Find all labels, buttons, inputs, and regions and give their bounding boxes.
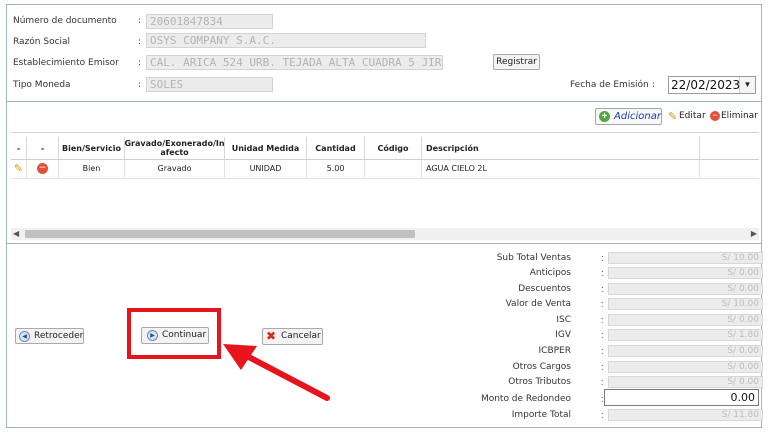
column-header: Descripción xyxy=(422,137,700,159)
total-label: Importe Total xyxy=(511,410,571,420)
continuar-label: Continuar xyxy=(162,330,207,340)
edit-icon[interactable]: ✎ xyxy=(14,162,23,175)
fecha-label: Fecha de Emisión xyxy=(570,80,649,90)
total-value: S/ 0.00 xyxy=(608,376,763,388)
total-label: Otros Cargos xyxy=(512,362,571,372)
total-label: Otros Tributos xyxy=(508,377,571,387)
total-value: S/ 10.00 xyxy=(608,298,763,310)
column-header: - xyxy=(27,137,59,159)
colon: : xyxy=(601,253,604,263)
numero-label: Número de documento xyxy=(13,16,117,26)
scroll-right-icon[interactable]: ▶ xyxy=(751,228,757,240)
chevron-down-icon: ▼ xyxy=(739,77,755,93)
total-label: Sub Total Ventas xyxy=(496,253,571,263)
descripcion-cell: AGUA CIELO 2L xyxy=(422,160,700,178)
colon: : xyxy=(601,299,604,309)
row-divider xyxy=(11,178,759,179)
divider xyxy=(7,243,761,244)
registrar-button[interactable]: Registrar xyxy=(493,54,540,70)
colon: : xyxy=(601,330,604,340)
total-value: S/ 0.00 xyxy=(608,345,763,357)
redondeo-input[interactable] xyxy=(604,389,759,406)
horizontal-scrollbar[interactable]: ◀ ▶ xyxy=(11,228,759,240)
total-value: S/ 1.80 xyxy=(608,329,763,341)
scrollbar-thumb[interactable] xyxy=(25,230,415,238)
colon: : xyxy=(601,315,604,325)
colon: : xyxy=(652,80,656,90)
cantidad-cell: 5.00 xyxy=(307,160,365,178)
total-label: ICBPER xyxy=(538,346,571,356)
colon: : xyxy=(138,58,142,68)
adicionar-button[interactable]: + Adicionar xyxy=(595,108,662,125)
column-header: Código xyxy=(365,137,422,159)
column-header: Bien/Servicio xyxy=(59,137,125,159)
colon: : xyxy=(601,346,604,356)
retroceder-label: Retroceder xyxy=(34,331,84,341)
colon: : xyxy=(138,80,142,90)
total-value: S/ 0.00 xyxy=(608,314,763,326)
total-value: S/ 0.00 xyxy=(608,283,763,295)
colon: : xyxy=(138,37,142,47)
colon: : xyxy=(601,410,604,420)
scroll-left-icon[interactable]: ◀ xyxy=(13,228,19,240)
total-value: S/ 0.00 xyxy=(608,267,763,279)
edit-icon: ✎ xyxy=(668,111,678,123)
divider xyxy=(7,101,761,102)
back-icon: ◀ xyxy=(19,331,30,342)
edit-row-cell[interactable]: ✎ xyxy=(11,160,27,178)
total-value: S/ 0.00 xyxy=(608,361,763,373)
codigo-cell xyxy=(365,160,422,178)
total-label: IGV xyxy=(555,330,571,340)
razon-label: Razón Social xyxy=(13,37,71,47)
gravado-cell: Gravado xyxy=(125,160,225,178)
arrow-icon xyxy=(223,344,330,401)
moneda-label: Tipo Moneda xyxy=(13,80,71,90)
total-label: Anticipos xyxy=(529,268,571,278)
redondeo-label: Monto de Redondeo xyxy=(480,394,571,404)
retroceder-button[interactable]: ◀ Retroceder xyxy=(15,328,84,344)
establecimiento-field: CAL. ARICA 524 URB. TEJADA ALTA CUADRA 5… xyxy=(146,55,443,70)
delete-icon: − xyxy=(710,111,720,121)
colon: : xyxy=(601,268,604,278)
column-header: Cantidad xyxy=(307,137,365,159)
colon: : xyxy=(601,362,604,372)
adicionar-label: Adicionar xyxy=(614,111,661,122)
total-label: Descuentos xyxy=(518,284,571,294)
add-icon: + xyxy=(599,111,610,122)
delete-row-cell[interactable]: − xyxy=(27,160,59,178)
column-header: Gravado/Exonerado/In afecto xyxy=(124,137,225,159)
invoice-panel: Número de documento : 20601847834 Razón … xyxy=(6,4,763,428)
moneda-field: SOLES xyxy=(146,77,273,92)
colon: : xyxy=(601,377,604,387)
editar-label: Editar xyxy=(679,111,706,121)
delete-icon[interactable]: − xyxy=(37,163,48,174)
importe-total-value: S/ 11.80 xyxy=(608,409,763,421)
razon-field: OSYS COMPANY S.A.C. xyxy=(146,33,426,48)
total-label: Valor de Venta xyxy=(505,299,571,309)
forward-icon: ▶ xyxy=(147,330,158,341)
unidad-cell: UNIDAD xyxy=(225,160,307,178)
bien-servicio-cell: Bien xyxy=(59,160,125,178)
numero-field: 20601847834 xyxy=(146,14,273,29)
total-label: ISC xyxy=(556,315,571,325)
fecha-value: 22/02/2023 xyxy=(671,78,741,92)
eliminar-label: Eliminar xyxy=(721,111,758,121)
establecimiento-label: Establecimiento Emisor xyxy=(13,58,119,68)
total-value: S/ 10.00 xyxy=(608,252,763,264)
fecha-select[interactable]: 22/02/2023 ▼ xyxy=(668,76,756,94)
column-header: Unidad Medida xyxy=(225,137,307,159)
colon: : xyxy=(601,284,604,294)
column-header: - xyxy=(11,137,27,159)
continuar-button[interactable]: ▶ Continuar xyxy=(141,327,209,344)
colon: : xyxy=(138,16,142,26)
